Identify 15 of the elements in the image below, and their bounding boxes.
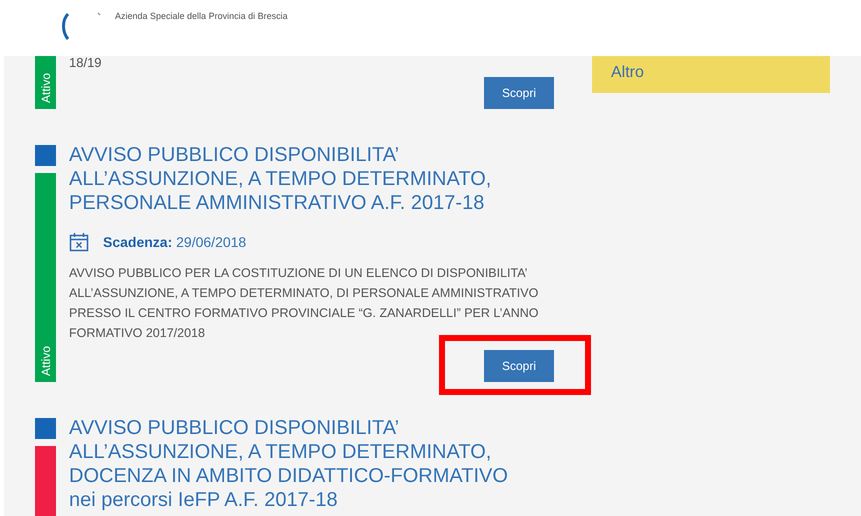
deadline-text: Scadenza: 29/06/2018 — [103, 234, 246, 250]
status-label: Attivo — [38, 72, 52, 105]
item-description: AVVISO PUBBLICO PER LA COSTITUZIONE DI UN ELENCO DI DISPONIBILITA’ ALL’ASSUNZIONE, A TEMPO DETERMINATO, DI PERSONALE AMMINISTRATIVO PRESSO IL CENTRO FORMATIVO PROVINCIALE “G. ZANARDELLI” PER L’ANNO FORMATIVO 2017/2018 — [69, 265, 540, 342]
discover-button[interactable]: Scopri — [484, 350, 554, 382]
logo-icon — [60, 12, 102, 40]
status-label: Attivo — [38, 344, 52, 378]
item-text: 18/19 — [69, 56, 103, 70]
organization-name: Azienda Speciale della Provincia di Brescia — [115, 11, 288, 21]
discover-button[interactable]: Scopri — [484, 77, 554, 109]
title-marker — [35, 418, 56, 439]
title-marker — [35, 145, 56, 166]
item-title[interactable]: AVVISO PUBBLICO DISPONIBILITA’ ALL’ASSUNZIONE, A TEMPO DETERMINATO, PERSONALE AMMINISTRATIVO A.F. 2017-18 — [69, 143, 539, 215]
calendar-icon — [69, 232, 89, 252]
item-title[interactable]: AVVISO PUBBLICO DISPONIBILITA’ ALL’ASSUNZIONE, A TEMPO DETERMINATO, DOCENZA IN AMBITO DIDATTICO-FORMATIVO nei percorsi IeFP A.F. 2017-18 — [69, 416, 539, 512]
category-link[interactable]: Altro — [592, 56, 830, 93]
